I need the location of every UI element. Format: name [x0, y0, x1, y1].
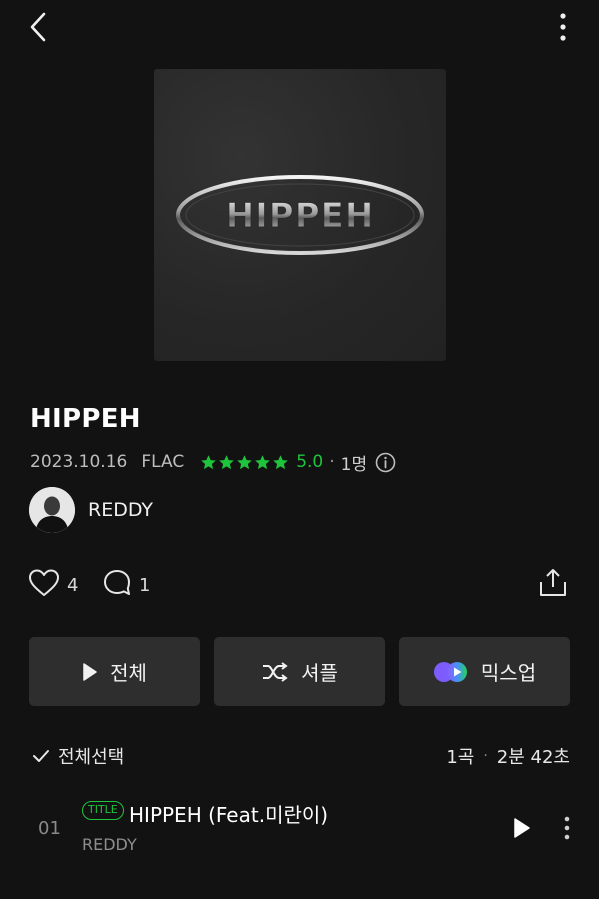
track-number: 01 [38, 818, 61, 839]
back-button[interactable] [22, 12, 54, 46]
actions-row: 4 1 [28, 566, 573, 604]
like-count: 4 [67, 574, 79, 596]
track-count: 1곡 [446, 747, 475, 768]
mixup-icon [433, 661, 469, 683]
album-cover-logo: HIPPEH [176, 175, 424, 255]
play-icon [513, 817, 531, 843]
total-duration: 2분 42초 [496, 747, 570, 768]
play-all-label: 전체 [110, 661, 147, 685]
vertical-dots-icon [560, 12, 566, 46]
star-icon [219, 454, 234, 469]
shuffle-button[interactable]: 셔플 [214, 637, 385, 706]
star-icon [237, 454, 252, 469]
select-all-button[interactable]: 전체선택 [32, 743, 124, 769]
svg-text:HIPPEH: HIPPEH [226, 196, 375, 236]
album-meta: 2023.10.16 FLAC 5.0 · 1명 [30, 449, 396, 475]
star-icon [201, 454, 216, 469]
summary-separator: · [483, 748, 488, 764]
title-badge: TITLE [82, 801, 124, 820]
shuffle-icon [261, 661, 289, 683]
mixup-button[interactable]: 믹스업 [399, 637, 570, 706]
rating-stars[interactable] [200, 454, 290, 471]
track-more-button[interactable] [556, 815, 578, 845]
artist-avatar [29, 487, 75, 533]
share-button[interactable] [538, 568, 568, 600]
release-date: 2023.10.16 [30, 452, 128, 472]
meta-separator: · [329, 452, 335, 472]
track-artist: REDDY [82, 835, 137, 854]
shuffle-label: 셔플 [301, 661, 338, 685]
like-button[interactable]: 4 [28, 568, 78, 602]
album-title: HIPPEH [30, 404, 141, 434]
comment-button[interactable]: 1 [102, 568, 150, 602]
info-icon[interactable] [375, 452, 396, 473]
mixup-label: 믹스업 [480, 661, 537, 685]
rating-count: 1명 [340, 454, 368, 475]
comment-count: 1 [139, 574, 151, 596]
star-icon [255, 454, 270, 469]
comment-icon [102, 568, 132, 602]
audio-format: FLAC [141, 452, 185, 472]
select-all-label: 전체선택 [58, 747, 125, 768]
heart-icon [28, 568, 60, 602]
chevron-left-icon [29, 12, 47, 46]
check-icon [32, 749, 50, 763]
play-icon [82, 662, 98, 682]
share-icon [539, 567, 567, 601]
play-all-button[interactable]: 전체 [29, 637, 200, 706]
artist-row[interactable]: REDDY [29, 487, 153, 533]
vertical-dots-icon [564, 816, 570, 844]
star-icon [273, 454, 288, 469]
top-bar [0, 0, 599, 60]
more-options-button[interactable] [548, 12, 578, 46]
album-cover[interactable]: HIPPEH [154, 69, 446, 361]
track-play-button[interactable] [509, 817, 535, 843]
artist-name: REDDY [88, 499, 154, 521]
rating-value: 5.0 [296, 452, 324, 472]
track-row[interactable]: 01 TITLE HIPPEH (Feat.미란이) REDDY [0, 795, 599, 861]
track-title: HIPPEH (Feat.미란이) [129, 803, 329, 827]
track-summary: 1곡 · 2분 42초 [446, 743, 570, 769]
